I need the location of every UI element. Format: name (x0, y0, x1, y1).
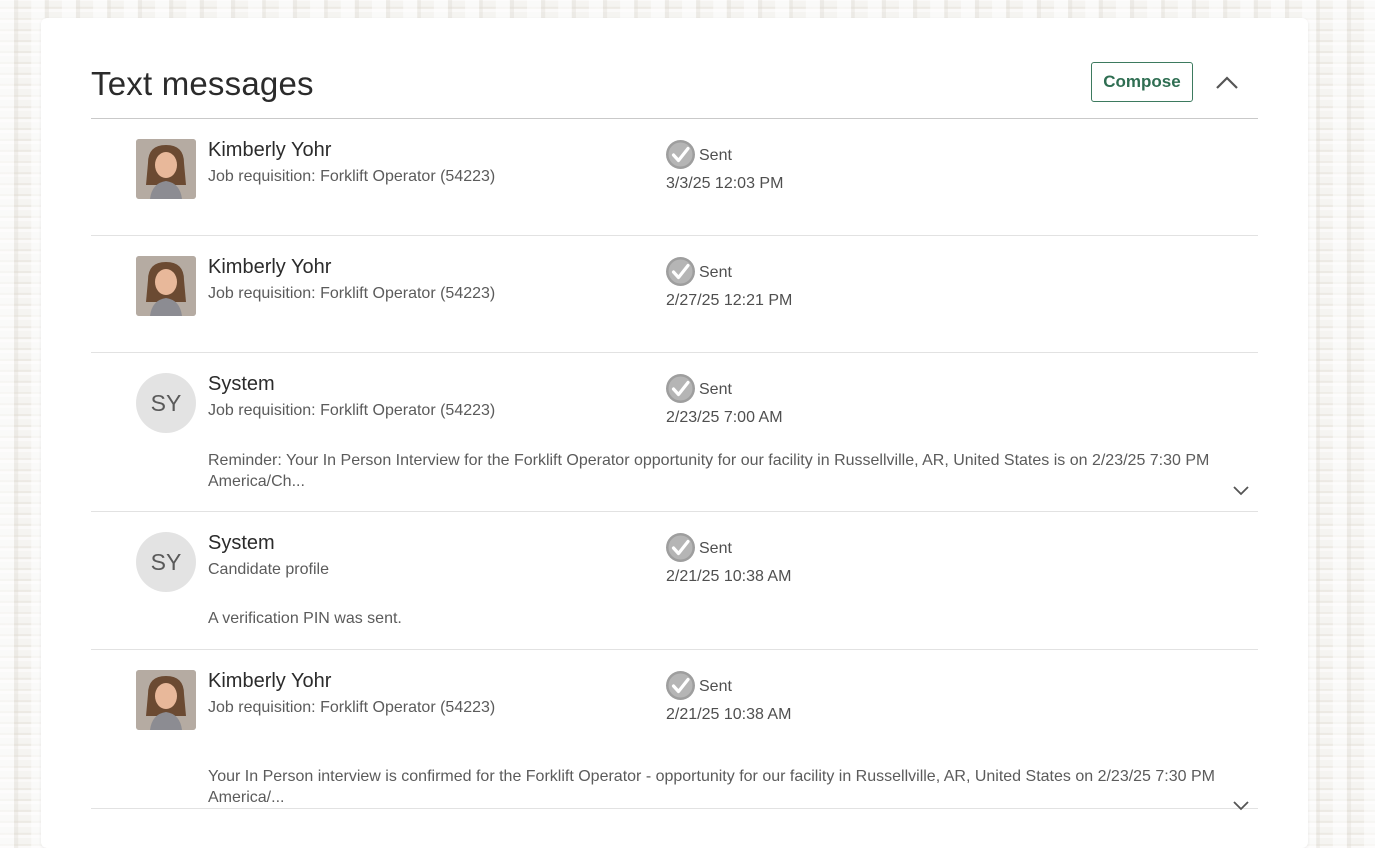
message-preview: Your In Person interview is confirmed fo… (208, 768, 1215, 806)
check-circle-icon (665, 670, 696, 701)
check-circle-icon (665, 373, 696, 404)
message-item[interactable]: Kimberly Yohr Job requisition: Forklift … (91, 119, 1258, 236)
message-item[interactable]: SY System Candidate profile Sent 2/21/25… (91, 512, 1258, 650)
avatar (136, 139, 196, 199)
message-timestamp: 3/3/25 12:03 PM (666, 175, 784, 192)
panel-title: Text messages (91, 65, 314, 102)
message-timestamp: 2/21/25 10:38 AM (666, 568, 792, 585)
avatar: SY (136, 373, 196, 433)
check-circle-icon (665, 532, 696, 563)
message-item[interactable]: Kimberly Yohr Job requisition: Forklift … (91, 650, 1258, 812)
message-preview: A verification PIN was sent. (208, 610, 402, 627)
message-timestamp: 2/23/25 7:00 AM (666, 409, 783, 426)
message-item[interactable]: SY System Job requisition: Forklift Oper… (91, 353, 1258, 512)
status-label: Sent (699, 678, 732, 695)
message-timestamp: 2/21/25 10:38 AM (666, 706, 792, 723)
message-context: Job requisition: Forklift Operator (5422… (208, 168, 496, 185)
message-context: Job requisition: Forklift Operator (5422… (208, 699, 496, 716)
sender-name: Kimberly Yohr (208, 670, 332, 692)
text-messages-panel: Text messages Compose Kimberly Yohr Job … (41, 18, 1308, 848)
status-label: Sent (699, 264, 732, 281)
status-label: Sent (699, 540, 732, 557)
message-context: Candidate profile (208, 561, 329, 578)
message-context: Job requisition: Forklift Operator (5422… (208, 285, 496, 302)
message-context: Job requisition: Forklift Operator (5422… (208, 402, 496, 419)
status-label: Sent (699, 147, 732, 164)
sender-name: Kimberly Yohr (208, 139, 332, 161)
check-circle-icon (665, 139, 696, 170)
sender-name: Kimberly Yohr (208, 256, 332, 278)
chevron-down-icon[interactable] (1230, 483, 1252, 497)
chevron-up-icon[interactable] (1212, 70, 1242, 94)
message-item[interactable]: Kimberly Yohr Job requisition: Forklift … (91, 236, 1258, 353)
status-label: Sent (699, 381, 732, 398)
check-circle-icon (665, 256, 696, 287)
message-preview: Reminder: Your In Person Interview for t… (208, 452, 1210, 490)
avatar: SY (136, 532, 196, 592)
avatar (136, 670, 196, 730)
compose-button[interactable]: Compose (1091, 62, 1193, 102)
chevron-down-icon[interactable] (1230, 798, 1252, 812)
message-timestamp: 2/27/25 12:21 PM (666, 292, 793, 309)
sender-name: System (208, 373, 275, 395)
avatar (136, 256, 196, 316)
sender-name: System (208, 532, 275, 554)
